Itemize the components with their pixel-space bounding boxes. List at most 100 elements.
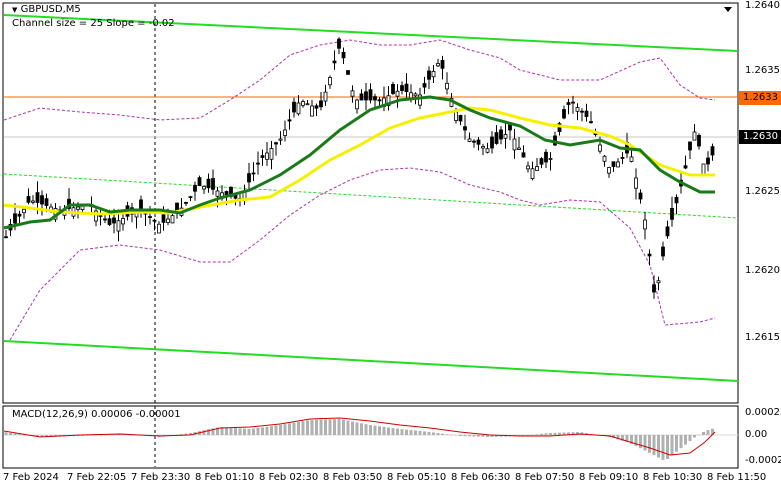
candle-body [152, 219, 157, 222]
candle-body [580, 110, 584, 113]
macd-bar [310, 419, 314, 435]
candle-body [544, 151, 548, 163]
macd-bar [648, 435, 651, 453]
macd-bar [18, 434, 21, 435]
candle-body [373, 96, 377, 101]
candle-body [571, 101, 575, 104]
macd-bar [670, 435, 674, 456]
channel-lower [3, 340, 739, 382]
macd-bar [324, 419, 327, 435]
candle-body [148, 216, 152, 218]
candle-body [116, 220, 121, 232]
macd-bar [661, 435, 665, 460]
macd-bar [297, 421, 300, 435]
candle-body [485, 148, 490, 153]
candle-body [548, 158, 553, 160]
macd-bar [472, 435, 476, 437]
candle-body [404, 83, 409, 93]
macd-bar [643, 435, 647, 451]
macd-bar [337, 419, 341, 435]
time-axis-label: 8 Feb 03:50 [323, 472, 383, 483]
candle-body [359, 93, 364, 101]
candle-body [40, 195, 44, 205]
macd-bar [229, 427, 233, 435]
macd-bar [261, 427, 264, 435]
symbol-down-icon: ▼ [12, 6, 18, 14]
macd-bar [342, 419, 345, 435]
candle-body [611, 161, 616, 167]
candle-body [674, 196, 679, 204]
macd-bar [526, 435, 530, 436]
macd-bar [270, 426, 273, 435]
macd-bar [432, 432, 435, 435]
candle-body [566, 102, 571, 105]
envelope-upper [3, 39, 716, 121]
macd-axis-label: 0.00023 [745, 407, 781, 418]
candle-body [76, 206, 80, 210]
macd-axis-label: 0.00 [745, 429, 768, 440]
candle-body [121, 218, 125, 225]
candle-body [499, 129, 503, 140]
macd-bar [450, 434, 453, 436]
candle-body [377, 99, 382, 102]
candle-body [301, 101, 305, 106]
macd-bar [652, 435, 656, 456]
candle-body [328, 77, 332, 86]
candle-body [688, 141, 692, 151]
candle-body [206, 178, 211, 189]
candle-body [463, 126, 467, 131]
macd-bar [679, 435, 683, 449]
candle-body [4, 236, 8, 239]
candle-body [80, 205, 85, 211]
candle-body [661, 246, 665, 257]
candle-body [26, 196, 31, 203]
candle-body [490, 136, 494, 149]
macd-bar [481, 435, 485, 437]
candle-body [170, 215, 175, 224]
candle-body [184, 201, 188, 204]
candle-body [395, 90, 400, 97]
candle-body [98, 215, 103, 217]
candle-body [517, 147, 521, 150]
candle-body [701, 163, 706, 176]
macd-bar [445, 434, 449, 435]
time-axis-label: 8 Feb 06:30 [451, 472, 511, 483]
candle-body [265, 152, 269, 160]
candle-body [256, 162, 260, 165]
candle-body [400, 85, 404, 91]
macd-bar [436, 433, 440, 435]
envelope-lower [9, 167, 716, 341]
macd-bar [369, 425, 372, 435]
candle-body [692, 131, 697, 141]
time-axis-label: 7 Feb 2024 [3, 472, 59, 483]
candle-body [17, 213, 22, 217]
price-tag-red: 1.2633 [739, 91, 781, 105]
macd-axis-label: -0.00023 [745, 455, 781, 466]
macd-bar [225, 427, 228, 435]
macd-bar [387, 427, 390, 435]
candle-body [337, 38, 341, 49]
candle-body [346, 70, 350, 75]
candle-body [355, 99, 359, 110]
candle-body [211, 178, 215, 190]
candle-body [697, 134, 701, 147]
price-axis-label: 1.2620 [745, 265, 780, 276]
candle-body [431, 70, 436, 78]
macd-bar [238, 428, 242, 435]
candle-body [215, 190, 220, 197]
candle-body [310, 105, 314, 117]
candle-body [251, 172, 256, 175]
candle-body [598, 144, 602, 152]
candle-body [683, 165, 688, 169]
time-axis-label: 8 Feb 01:10 [195, 472, 255, 483]
candle-body [440, 60, 445, 69]
candle-body [643, 219, 647, 230]
candle-body [413, 93, 418, 97]
candle-body [341, 51, 346, 59]
macd-bar [355, 422, 359, 435]
candle-body [656, 280, 661, 284]
candle-body [427, 70, 431, 80]
candle-body [391, 83, 395, 94]
macd-bar [558, 432, 561, 435]
triangle-down-icon[interactable] [724, 7, 732, 12]
